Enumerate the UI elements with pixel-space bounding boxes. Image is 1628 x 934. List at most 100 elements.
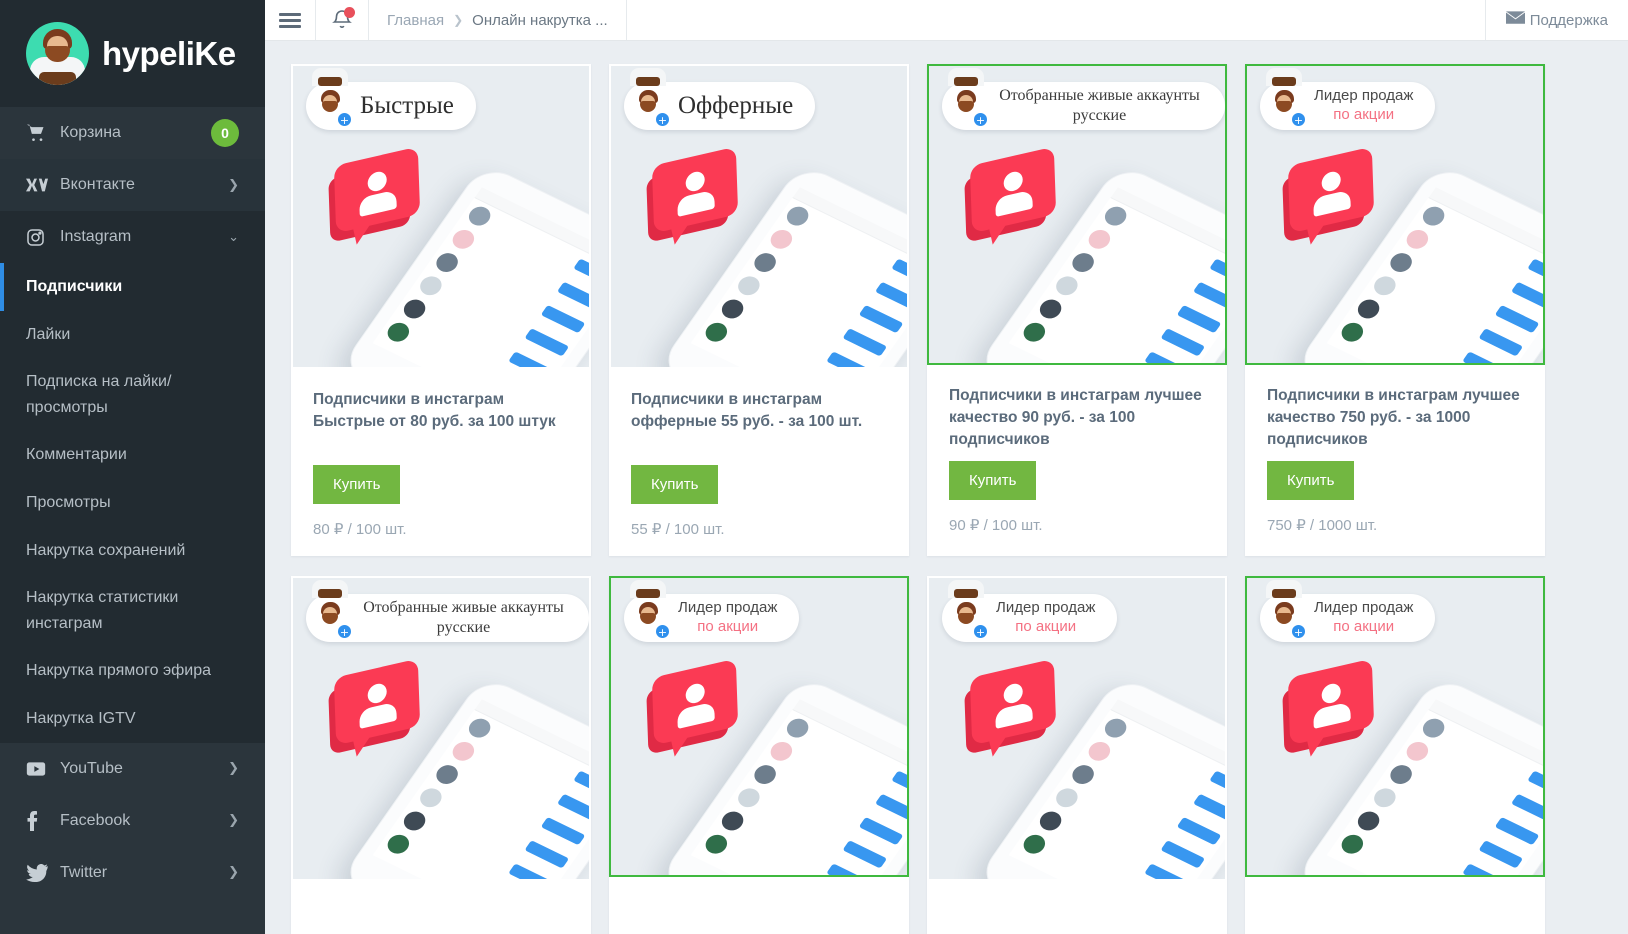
product-body — [609, 877, 909, 934]
bearded-man-avatar-icon — [26, 22, 89, 85]
chevron-right-icon: ❯ — [453, 13, 464, 27]
product-card[interactable]: + Лидер продаж по акции — [1245, 64, 1545, 556]
product-price: 80 ₽ / 100 шт. — [313, 521, 407, 538]
product-body — [291, 881, 591, 934]
product-image: + Отобранные живые аккаунты русские — [293, 578, 589, 879]
product-card[interactable]: + Лидер продаж по акции — [1245, 576, 1545, 934]
sidebar-item-nakrutka-sohraneniy[interactable]: Накрутка сохранений — [0, 527, 265, 575]
pill-promo-label: по акции — [1015, 618, 1077, 635]
product-body — [1245, 877, 1545, 934]
product-title: Подписчики в инстаграм Быстрые от 80 руб… — [313, 391, 556, 431]
bearded-man-avatar-icon: + — [1264, 580, 1306, 639]
sidebar-item-cart[interactable]: Корзина 0 — [0, 107, 265, 159]
product-label-pill: + Отобранные живые аккаунты русские — [306, 580, 589, 642]
pill-label-group: Лидер продаж по акции — [996, 599, 1095, 637]
product-title: Подписчики в инстаграм лучшее качество 7… — [1267, 387, 1520, 449]
app-root: hypeliKe Корзина 0 Вконтакте ❯ Instagram… — [0, 0, 1628, 934]
pill-label: Отобранные живые аккаунты русские — [999, 87, 1200, 124]
breadcrumb-current: Онлайн накрутка ... — [472, 11, 608, 29]
product-image: + Лидер продаж по акции — [1245, 64, 1545, 365]
product-card[interactable]: + Отобранные живые аккаунты русские — [927, 64, 1227, 556]
bearded-man-avatar-icon: + — [1264, 68, 1306, 127]
product-card[interactable]: + Офферные Подписчики в инстаграм офферн… — [609, 64, 909, 556]
buy-button[interactable]: Купить — [949, 461, 1037, 500]
chevron-right-icon: ❯ — [228, 865, 239, 881]
bearded-man-avatar-icon: + — [946, 68, 988, 127]
sidebar-item-podpischiki[interactable]: Подписчики — [0, 263, 265, 311]
pill-promo-label: по акции — [1333, 106, 1395, 123]
product-grid: + Быстрые Подписчики в инстаграм Быстрые… — [265, 64, 1628, 934]
buy-button[interactable]: Купить — [313, 465, 401, 504]
notification-bell-icon — [330, 7, 355, 32]
plus-icon: + — [1291, 112, 1306, 127]
product-price: 55 ₽ / 100 шт. — [631, 521, 725, 538]
product-image: + Офферные — [611, 66, 907, 367]
product-label-pill: + Лидер продаж по акции — [942, 580, 1118, 642]
buy-button[interactable]: Купить — [1267, 461, 1355, 500]
plus-icon: + — [337, 112, 352, 127]
main-area: Главная ❯ Онлайн накрутка ... Поддержка — [265, 0, 1628, 934]
brand-logo[interactable]: hypeliKe — [0, 0, 265, 107]
sidebar-item-label: Вконтакте — [60, 176, 135, 193]
shopping-cart-icon — [26, 123, 60, 143]
cart-count-badge: 0 — [211, 119, 239, 147]
pill-label: Отобранные живые аккаунты русские — [363, 599, 564, 636]
bearded-man-avatar-icon: + — [628, 68, 670, 127]
chevron-right-icon: ❯ — [228, 761, 239, 777]
brand-name: hypeliKe — [102, 34, 236, 72]
sidebar-item-nakrutka-efira[interactable]: Накрутка прямого эфира — [0, 647, 265, 695]
chevron-right-icon: ❯ — [228, 813, 239, 829]
product-title — [949, 901, 1205, 934]
support-button[interactable]: Поддержка — [1486, 0, 1628, 40]
sidebar-item-label: Twitter — [60, 863, 108, 881]
product-card[interactable]: + Быстрые Подписчики в инстаграм Быстрые… — [291, 64, 591, 556]
product-price: 90 ₽ / 100 шт. — [949, 517, 1043, 534]
pill-label: Лидер продаж — [996, 599, 1096, 617]
product-grid-scroll[interactable]: + Быстрые Подписчики в инстаграм Быстрые… — [265, 41, 1628, 934]
bearded-man-avatar-icon: + — [946, 580, 988, 639]
pill-label-group: Лидер продаж по акции — [1314, 87, 1413, 125]
plus-icon: + — [655, 112, 670, 127]
pill-label: Лидер продаж — [1314, 87, 1414, 105]
twitter-icon — [26, 863, 60, 882]
product-label-pill: + Лидер продаж по акции — [1260, 68, 1436, 130]
product-card[interactable]: + Отобранные живые аккаунты русские — [291, 576, 591, 934]
sidebar-item-youtube[interactable]: YouTube ❯ — [0, 742, 265, 795]
youtube-icon — [26, 761, 60, 777]
product-card[interactable]: + Лидер продаж по акции — [609, 576, 909, 934]
product-body: Подписчики в инстаграм офферные 55 руб. … — [609, 369, 909, 556]
sidebar-item-nakrutka-igtv[interactable]: Накрутка IGTV — [0, 695, 265, 743]
buy-button[interactable]: Купить — [631, 465, 719, 504]
hamburger-menu-icon — [279, 10, 301, 31]
product-title — [631, 897, 887, 934]
sidebar-nav: Корзина 0 Вконтакте ❯ Instagram ⌄ Подпис… — [0, 107, 265, 899]
pill-label-group: Лидер продаж по акции — [678, 599, 777, 637]
pill-label: Быстрые — [360, 92, 454, 120]
sidebar-item-instagram[interactable]: Instagram ⌄ — [0, 211, 265, 263]
sidebar-item-twitter[interactable]: Twitter ❯ — [0, 846, 265, 899]
sidebar-item-label: Facebook — [60, 811, 131, 829]
bearded-man-avatar-icon: + — [310, 68, 352, 127]
product-label-pill: + Быстрые — [306, 68, 476, 130]
breadcrumb: Главная ❯ Онлайн накрутка ... — [369, 0, 627, 40]
plus-icon: + — [337, 624, 352, 639]
hamburger-menu-button[interactable] — [265, 0, 316, 40]
product-body: Подписчики в инстаграм лучшее качество 7… — [1245, 365, 1545, 552]
plus-icon: + — [1291, 624, 1306, 639]
sidebar-item-facebook[interactable]: Facebook ❯ — [0, 794, 265, 847]
sidebar-item-kommentarii[interactable]: Комментарии — [0, 431, 265, 479]
notifications-button[interactable] — [316, 0, 369, 40]
product-card[interactable]: + Лидер продаж по акции — [927, 576, 1227, 934]
product-title — [1267, 897, 1523, 934]
sidebar-item-nakrutka-statistiki[interactable]: Накрутка статистики инстаграм — [0, 574, 265, 647]
sidebar-item-podpiska-na-layki[interactable]: Подписка на лайки/ просмотры — [0, 358, 265, 431]
product-label-pill: + Лидер продаж по акции — [1260, 580, 1436, 642]
product-image: + Быстрые — [293, 66, 589, 367]
pill-label: Лидер продаж — [1314, 599, 1414, 617]
sidebar-item-layki[interactable]: Лайки — [0, 311, 265, 359]
sidebar-item-prosmotry[interactable]: Просмотры — [0, 479, 265, 527]
sidebar-item-vkontakte[interactable]: Вконтакте ❯ — [0, 159, 265, 211]
breadcrumb-home[interactable]: Главная — [387, 12, 444, 29]
sidebar-item-label: Instagram — [60, 228, 132, 245]
sidebar-item-label: YouTube — [60, 759, 123, 777]
